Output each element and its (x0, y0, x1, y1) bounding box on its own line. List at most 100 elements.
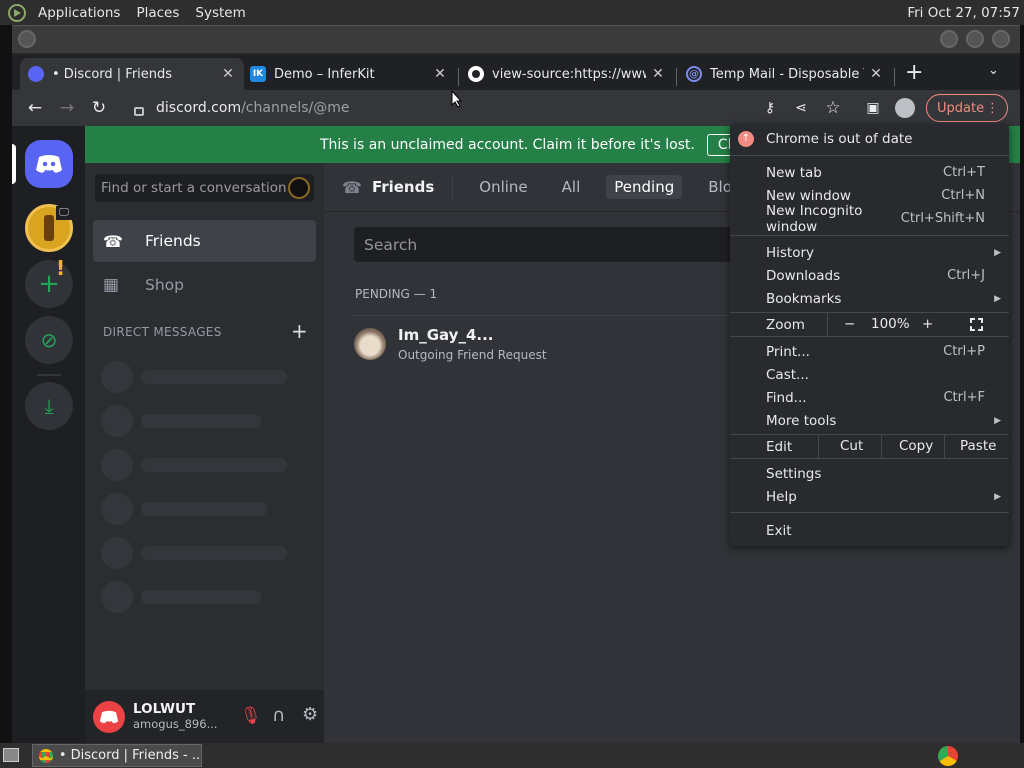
reload-icon[interactable]: ↻ (85, 94, 113, 122)
friend-name: Im_Gay_4... (398, 326, 494, 344)
explore-compass-icon[interactable]: ⊘ (25, 316, 73, 364)
menu-item-settings[interactable]: Settings (730, 462, 1009, 485)
pending-header: PENDING — 1 (355, 287, 438, 301)
menu-item-new-incognito[interactable]: New Incognito window Ctrl+Shift+N (730, 203, 1009, 235)
find-conversation-placeholder: Find or start a conversation (101, 180, 287, 196)
menu-item-history[interactable]: History ▶ (730, 241, 1009, 264)
menu-item-print[interactable]: Print... Ctrl+P (730, 340, 1009, 363)
channel-sidebar: Find or start a conversation ☎ Friends ▦… (85, 126, 324, 743)
user-avatar[interactable] (93, 700, 125, 733)
url-path: /channels/@me (241, 100, 350, 116)
tray-chrome-icon[interactable] (938, 746, 958, 766)
home-button[interactable] (25, 140, 73, 188)
zoom-out-button[interactable]: − (844, 316, 855, 332)
menu-item-cast[interactable]: Cast... (730, 363, 1009, 386)
settings-gear-icon[interactable]: ⚙ (302, 704, 318, 725)
close-tab-icon[interactable]: ✕ (868, 66, 884, 82)
tab-title: view-source:https://www.a (492, 66, 646, 82)
menu-label: Print... (766, 343, 810, 360)
tab-divider (676, 68, 677, 86)
desktop-screen: Applications Places System Fri Oct 27, 0… (0, 0, 1024, 768)
share-icon[interactable]: ⋖ (787, 94, 815, 122)
close-tab-icon[interactable]: ✕ (432, 66, 448, 82)
key-icon[interactable]: ⚷ (756, 94, 784, 122)
tab-view-source[interactable]: view-source:https://www.a ✕ (460, 58, 674, 90)
menu-item-downloads[interactable]: Downloads Ctrl+J (730, 264, 1009, 287)
find-conversation-input[interactable]: Find or start a conversation (95, 174, 314, 202)
menu-label: Find... (766, 389, 807, 406)
update-button[interactable]: Update ⋮ (926, 94, 1008, 122)
tab-pending[interactable]: Pending (606, 175, 683, 199)
tab-search-chevron-icon[interactable]: ⌄ (988, 63, 999, 78)
inferkit-icon: IK (250, 66, 266, 82)
menu-item-find[interactable]: Find... Ctrl+F (730, 386, 1009, 409)
tab-inferkit[interactable]: IK Demo – InferKit ✕ (242, 58, 456, 90)
sidebar-item-shop[interactable]: ▦ Shop (93, 264, 316, 306)
header-divider (452, 175, 454, 199)
window-titlebar[interactable] (12, 26, 1020, 54)
bookmark-star-icon[interactable]: ☆ (819, 94, 847, 122)
forward-icon[interactable]: → (53, 94, 81, 122)
paste-button[interactable]: Paste (960, 438, 996, 454)
edit-divider (818, 435, 819, 458)
menu-item-bookmarks[interactable]: Bookmarks ▶ (730, 287, 1009, 310)
back-icon[interactable]: ← (21, 94, 49, 122)
address-bar[interactable]: discord.com/channels/@me (134, 93, 754, 123)
menu-shortcut: Ctrl+N (941, 188, 985, 203)
menu-label: Downloads (766, 267, 841, 284)
profile-avatar-icon[interactable] (895, 98, 915, 118)
kebab-menu-icon[interactable]: ⋮ (986, 101, 1007, 116)
mute-mic-icon[interactable]: 🎙 (240, 706, 262, 726)
menu-item-exit[interactable]: Exit (730, 519, 1009, 542)
menu-shortcut: Ctrl+Shift+N (900, 211, 985, 226)
add-dm-icon[interactable]: + (291, 319, 308, 343)
friend-avatar (354, 328, 386, 360)
menu-item-out-of-date[interactable]: ↑ Chrome is out of date (730, 127, 1009, 150)
taskbar-window-button[interactable]: • Discord | Friends - ... (32, 744, 202, 767)
download-apps-icon[interactable]: ⤓ (25, 382, 73, 430)
menu-item-help[interactable]: Help ▶ (730, 485, 1009, 508)
menu-item-more-tools[interactable]: More tools ▶ (730, 409, 1009, 432)
system-menu[interactable]: System (187, 5, 253, 21)
zoom-in-button[interactable]: + (922, 316, 933, 332)
new-tab-icon[interactable]: + (905, 60, 923, 85)
headphones-icon[interactable]: ∩ (272, 705, 285, 726)
url-host: discord.com (156, 100, 242, 116)
os-logo-icon[interactable] (8, 3, 26, 22)
close-window-icon[interactable] (992, 30, 1010, 48)
clock[interactable]: Fri Oct 27, 07:57 (907, 5, 1024, 21)
menu-label: Edit (766, 438, 793, 455)
tab-discord[interactable]: • Discord | Friends ✕ (20, 58, 244, 90)
minimize-icon[interactable] (940, 30, 958, 48)
lock-icon[interactable] (134, 106, 144, 116)
claim-text: This is an unclaimed account. Claim it b… (320, 136, 695, 153)
menu-label: Exit (766, 522, 792, 539)
menu-alert-label: Chrome is out of date (766, 130, 913, 147)
places-menu[interactable]: Places (128, 5, 187, 21)
tab-online[interactable]: Online (471, 175, 535, 199)
sidebar-item-friends[interactable]: ☎ Friends (93, 220, 316, 262)
cut-button[interactable]: Cut (840, 438, 863, 454)
server-avatar-icon (44, 215, 54, 241)
side-panel-icon[interactable]: ▣ (859, 94, 887, 122)
menu-item-edit: Edit Cut Copy Paste (730, 435, 1009, 458)
close-tab-icon[interactable]: ✕ (650, 66, 666, 82)
add-server-button[interactable]: + (25, 260, 73, 308)
menu-item-new-tab[interactable]: New tab Ctrl+T (730, 161, 1009, 184)
show-desktop-icon[interactable] (3, 748, 19, 762)
window-menu-icon[interactable] (18, 30, 36, 48)
discord-logo-icon (36, 155, 62, 173)
fullscreen-icon[interactable] (970, 318, 983, 331)
tab-temp-mail[interactable]: @ Temp Mail - Disposable Te ✕ (678, 58, 892, 90)
bottom-taskbar: • Discord | Friends - ... (0, 743, 1024, 768)
copy-button[interactable]: Copy (899, 438, 933, 454)
tab-all[interactable]: All (554, 175, 589, 199)
maximize-icon[interactable] (966, 30, 984, 48)
sidebar-item-label: Shop (145, 276, 184, 294)
dm-header: DIRECT MESSAGES (103, 325, 222, 339)
close-tab-icon[interactable]: ✕ (220, 66, 236, 82)
user-info[interactable]: LOLWUT amogus_896... (133, 701, 218, 732)
menu-label: Cast... (766, 366, 809, 383)
selected-pill (12, 144, 16, 184)
applications-menu[interactable]: Applications (30, 5, 128, 21)
